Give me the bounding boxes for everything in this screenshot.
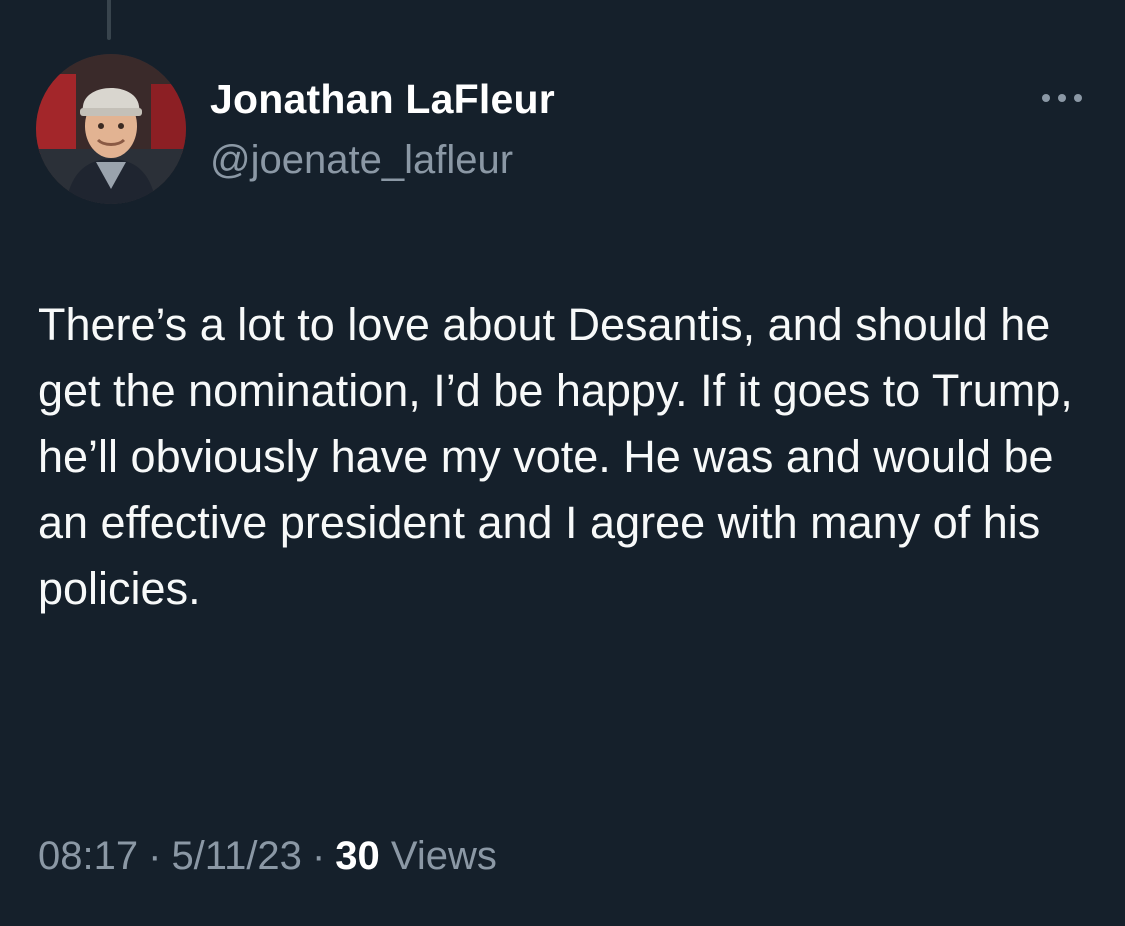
profile-photo	[36, 54, 186, 204]
tweet-meta: 08:17 · 5/11/23 · 30 Views	[38, 834, 497, 879]
meta-separator: ·	[311, 834, 326, 878]
tweet-time[interactable]: 08:17	[38, 834, 138, 878]
author-display-name[interactable]: Jonathan LaFleur	[210, 76, 555, 123]
more-options-button[interactable]	[1036, 82, 1088, 114]
meta-separator: ·	[148, 834, 162, 878]
views-label: Views	[390, 834, 497, 878]
avatar[interactable]	[36, 54, 186, 204]
more-horizontal-icon	[1042, 94, 1082, 102]
tweet-date[interactable]: 5/11/23	[171, 834, 302, 878]
author-handle[interactable]: @joenate_lafleur	[210, 138, 513, 183]
thread-connector-line	[107, 0, 111, 40]
views-count: 30	[335, 834, 380, 878]
tweet-text: There’s a lot to love about Desantis, an…	[38, 299, 1073, 614]
